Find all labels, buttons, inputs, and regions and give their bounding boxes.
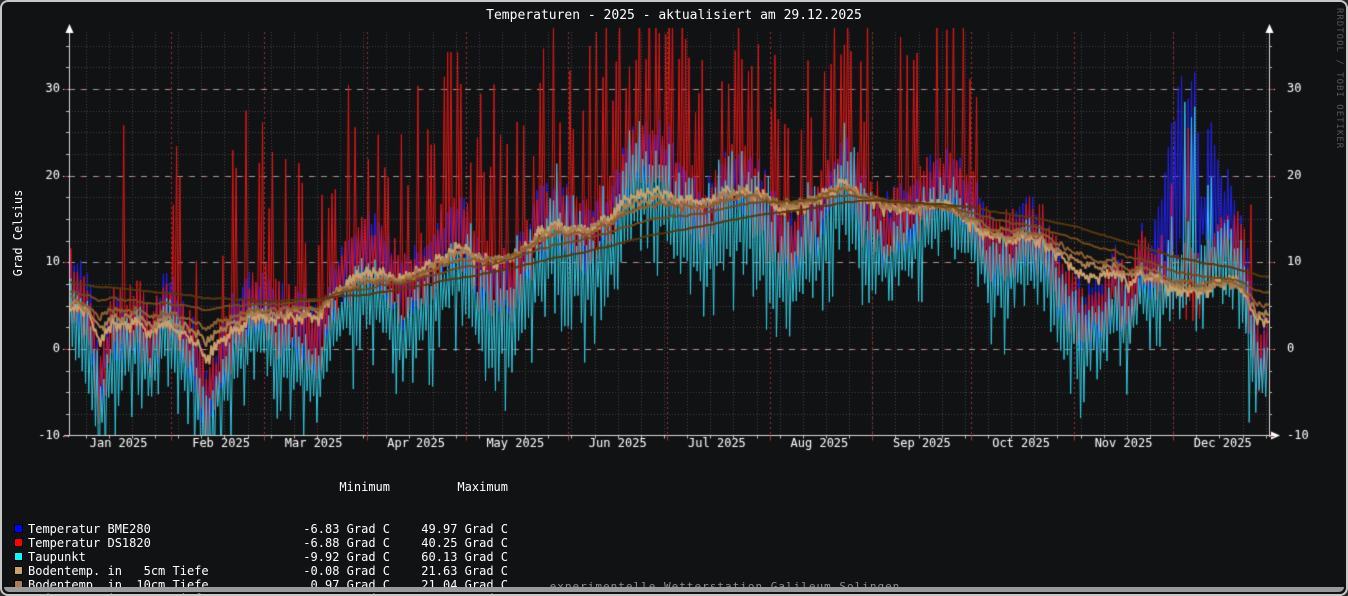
rrdtool-watermark: RRDTOOL / TOBI OETIKER (1334, 8, 1344, 149)
y-axis-label: Grad Celsius (11, 183, 25, 283)
legend-color-swatch (14, 552, 23, 561)
legend-max-value: 21.63 Grad C (390, 564, 508, 578)
rrdtool-graph-window: Temperaturen - 2025 - aktualisiert am 29… (0, 0, 1348, 596)
chart-title: Temperaturen - 2025 - aktualisiert am 29… (2, 8, 1346, 23)
legend-row: Bodentemp. in 5cm Tiefe-0.08 Grad C21.63… (14, 564, 508, 578)
legend-color-swatch (14, 538, 23, 547)
legend-series-label: Taupunkt (28, 550, 280, 564)
legend-row: Temperatur BME280-6.83 Grad C49.97 Grad … (14, 522, 508, 536)
legend-min-value: -0.08 Grad C (280, 564, 390, 578)
legend-series-label: Temperatur BME280 (28, 522, 280, 536)
temperature-chart-canvas (2, 2, 1348, 462)
legend-series-label: Bodentemp. in 5cm Tiefe (28, 564, 280, 578)
legend-header-row: Minimum Maximum (14, 480, 508, 494)
bottom-bar (4, 587, 1344, 592)
legend-header-spacer (14, 482, 23, 491)
legend-series-label: Temperatur DS1820 (28, 536, 280, 550)
legend-row: Temperatur DS1820-6.88 Grad C40.25 Grad … (14, 536, 508, 550)
legend-color-swatch (14, 566, 23, 575)
legend-row: Taupunkt-9.92 Grad C60.13 Grad C (14, 550, 508, 564)
legend-max-value: 49.97 Grad C (390, 522, 508, 536)
legend-minimum-header: Minimum (280, 480, 390, 494)
legend-min-value: -6.88 Grad C (280, 536, 390, 550)
legend-min-value: -6.83 Grad C (280, 522, 390, 536)
legend: Minimum Maximum Temperatur BME280-6.83 G… (14, 452, 508, 596)
legend-min-value: -9.92 Grad C (280, 550, 390, 564)
legend-max-value: 40.25 Grad C (390, 536, 508, 550)
legend-maximum-header: Maximum (390, 480, 508, 494)
legend-max-value: 60.13 Grad C (390, 550, 508, 564)
legend-color-swatch (14, 524, 23, 533)
